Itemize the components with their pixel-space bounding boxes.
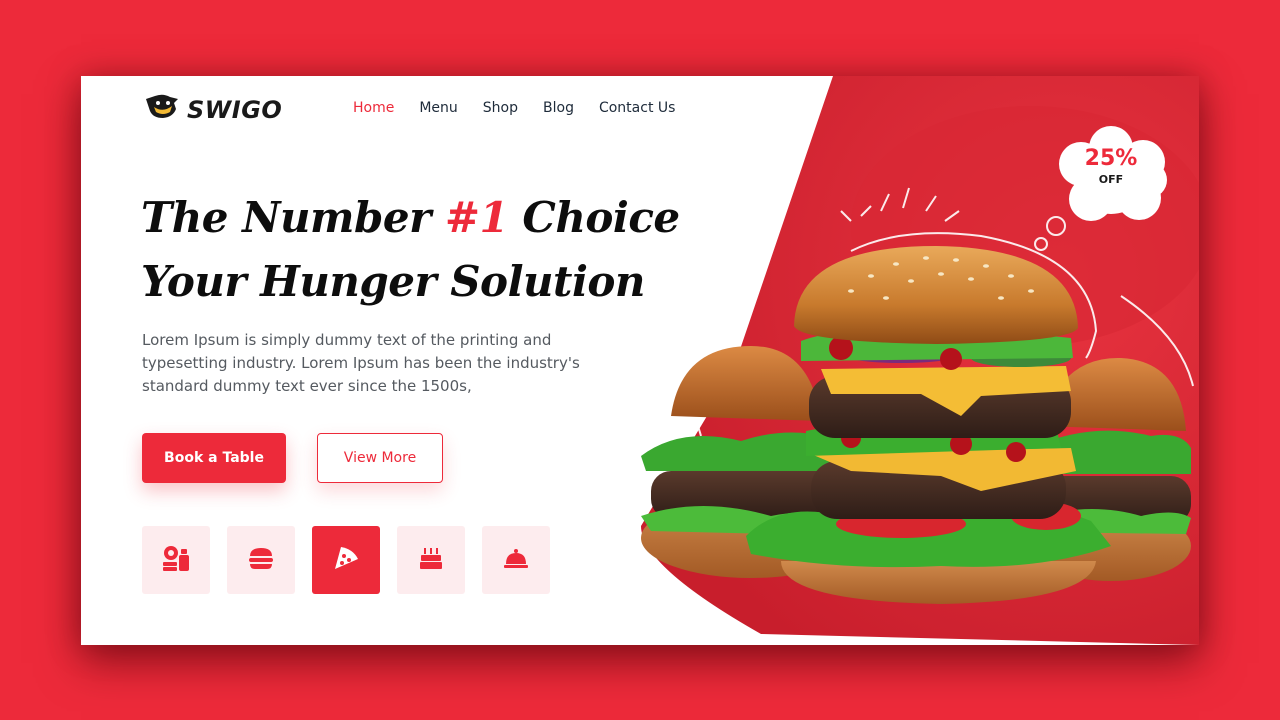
serving-cloche-icon bbox=[502, 544, 530, 577]
burger-icon bbox=[247, 544, 275, 577]
discount-percent: 25% bbox=[1084, 146, 1138, 171]
category-tile-pizza[interactable] bbox=[312, 526, 380, 594]
nav-item-blog[interactable]: Blog bbox=[543, 100, 574, 116]
book-a-table-button[interactable]: Book a Table bbox=[142, 433, 286, 483]
fast-food-combo-icon bbox=[161, 543, 191, 578]
main-nav: Home Menu Shop Blog Contact Us bbox=[353, 100, 675, 116]
main-burger bbox=[746, 246, 1111, 604]
side-burger-right bbox=[1031, 357, 1191, 581]
hero-description: Lorem Ipsum is simply dummy text of the … bbox=[142, 331, 580, 395]
birthday-cake-icon bbox=[417, 544, 445, 577]
discount-badge: 25% OFF bbox=[1056, 146, 1166, 186]
chef-hat-logo-icon bbox=[143, 93, 181, 126]
pizza-slice-icon bbox=[331, 543, 361, 578]
discount-label: OFF bbox=[1098, 173, 1124, 186]
doodle-lines bbox=[695, 187, 1194, 437]
category-tiles bbox=[142, 526, 550, 594]
hero-title-line1: The Number #1 Choice bbox=[141, 193, 680, 242]
nav-item-shop[interactable]: Shop bbox=[483, 100, 518, 116]
nav-item-home[interactable]: Home bbox=[353, 100, 394, 116]
view-more-button[interactable]: View More bbox=[317, 433, 443, 483]
category-tile-burger[interactable] bbox=[227, 526, 295, 594]
landing-page-frame: 25% OFF SWIGO Home Menu Shop Blog Contac… bbox=[81, 76, 1199, 645]
category-tile-combo[interactable] bbox=[142, 526, 210, 594]
nav-item-menu[interactable]: Menu bbox=[419, 100, 457, 116]
hero-title: The Number #1 Choice Your Hunger Solutio… bbox=[141, 186, 680, 314]
hero-title-accent: #1 bbox=[444, 193, 509, 242]
category-tile-cloche[interactable] bbox=[482, 526, 550, 594]
hero-title-line2: Your Hunger Solution bbox=[141, 257, 645, 306]
brand-name: SWIGO bbox=[187, 95, 283, 124]
brand-logo[interactable]: SWIGO bbox=[143, 93, 282, 126]
nav-item-contact-us[interactable]: Contact Us bbox=[599, 100, 675, 116]
category-tile-cake[interactable] bbox=[397, 526, 465, 594]
side-burger-left bbox=[641, 346, 861, 578]
